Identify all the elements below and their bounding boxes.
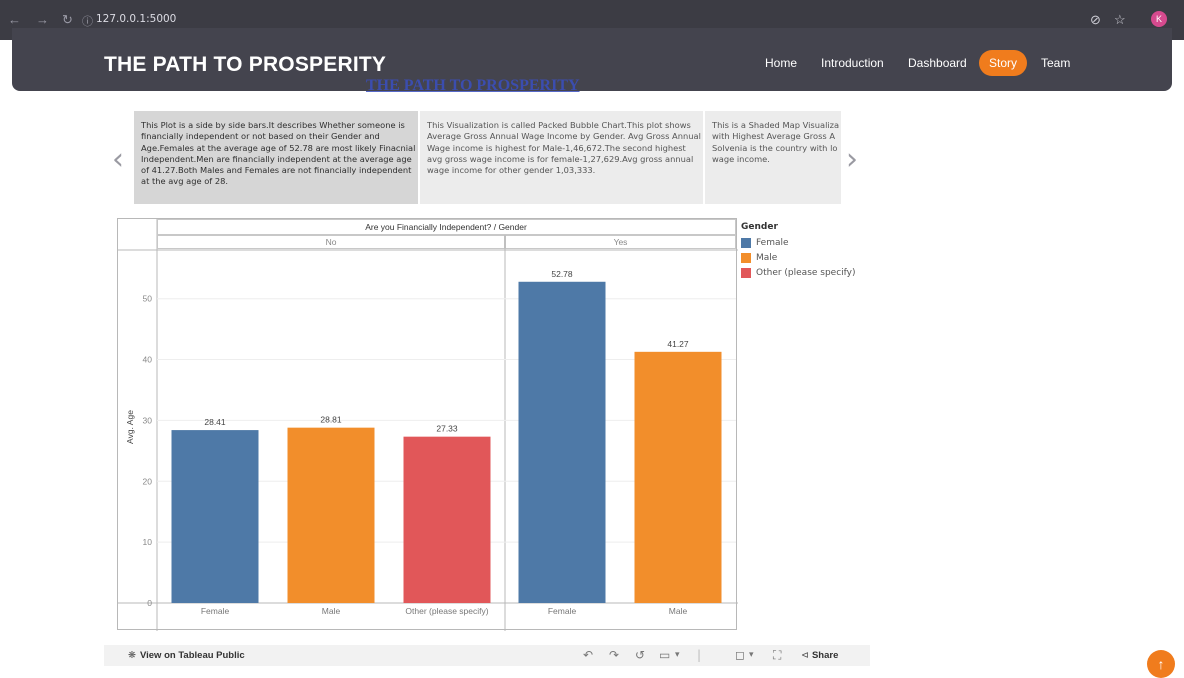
y-tick-label: 40 [143,355,153,365]
data-label: 41.27 [667,339,689,349]
carousel-next-icon[interactable]: › [846,142,858,177]
legend-title: Gender [741,222,778,232]
x-tick-label: Other (please specify) [405,606,488,616]
site-brand[interactable]: THE PATH TO PROSPERITY [104,53,386,77]
bar-no-female [171,430,259,603]
y-axis-label: Avg. Age [125,410,135,444]
group-label-no: No [326,237,337,247]
bar-no-other [403,436,491,603]
legend-item-other[interactable]: Other (please specify) [741,265,856,280]
forward-icon[interactable]: → [36,12,49,27]
nav-home[interactable]: Home [755,50,807,76]
site-header: THE PATH TO PROSPERITY Home Introduction… [12,28,1172,91]
story-slide-3[interactable]: This is a Shaded Map Visualiza with High… [705,111,841,204]
legend-swatch [741,267,751,278]
tableau-viz[interactable]: Are you Financially Independent? / Gende… [117,218,738,631]
y-tick-label: 0 [147,598,152,608]
y-tick-label: 30 [143,415,153,425]
story-slide-2[interactable]: This Visualization is called Packed Bubb… [420,111,703,204]
group-label-yes: Yes [614,237,628,247]
tableau-icon: ❋ [128,650,136,661]
site-info-icon[interactable]: ⓘ [82,13,93,29]
back-icon[interactable]: ← [8,12,21,27]
undo-icon[interactable]: ↶ [583,648,593,662]
view-on-tableau-button[interactable]: ❋ View on Tableau Public [128,650,245,661]
chart-title: Are you Financially Independent? / Gende… [365,222,527,232]
legend-swatch [741,252,751,263]
x-tick-label: Male [669,606,688,616]
x-tick-label: Female [548,606,577,616]
chart-legend: Gender Female Male Other (please specify… [741,222,856,280]
data-label: 28.81 [320,415,342,425]
fullscreen-icon[interactable]: ⛶ [773,648,781,663]
nav-story[interactable]: Story [979,50,1028,76]
x-tick-label: Male [322,606,341,616]
data-label: 28.41 [204,417,226,427]
bar-chart: Are you Financially Independent? / Gende… [118,219,738,631]
pause-dropdown-icon[interactable]: ▾ [675,650,680,660]
share-icon: ⊲ [801,650,809,661]
bar-yes-male [634,351,722,603]
eye-off-icon[interactable]: ⊘ [1090,12,1101,28]
pause-icon[interactable]: ▭ [659,648,670,662]
address-bar[interactable]: 127.0.0.1:5000 [96,13,176,25]
y-tick-label: 50 [143,294,153,304]
tableau-toolbar: ❋ View on Tableau Public ↶ ↷ ↺ ▭ ▾ | ◻ ▾ … [104,645,870,666]
x-tick-label: Female [201,606,230,616]
bar-yes-female [518,281,606,603]
arrow-up-icon: ↑ [1157,656,1165,672]
nav-introduction[interactable]: Introduction [811,50,894,76]
carousel-prev-icon[interactable]: ‹ [112,142,124,177]
legend-item-male[interactable]: Male [741,250,856,265]
y-tick-label: 20 [143,476,153,486]
story-slide-1[interactable]: This Plot is a side by side bars.It desc… [134,111,418,204]
star-icon[interactable]: ☆ [1114,12,1126,28]
legend-item-female[interactable]: Female [741,235,856,250]
revert-icon[interactable]: ↺ [635,648,645,662]
legend-swatch [741,237,751,248]
avatar[interactable]: K [1151,11,1167,27]
page-title[interactable]: THE PATH TO PROSPERITY [366,77,580,95]
nav-team[interactable]: Team [1031,50,1080,76]
share-button[interactable]: ⊲ Share [801,650,838,661]
scroll-top-button[interactable]: ↑ [1147,650,1175,678]
data-label: 27.33 [436,424,458,434]
download-dropdown-icon[interactable]: ▾ [749,650,754,660]
nav-dashboard[interactable]: Dashboard [898,50,977,76]
data-label: 52.78 [551,269,573,279]
toolbar-divider: | [697,648,702,662]
reload-icon[interactable]: ↻ [62,12,73,28]
redo-icon[interactable]: ↷ [609,648,619,662]
download-icon[interactable]: ◻ [735,648,745,662]
bar-no-male [287,427,375,603]
y-tick-label: 10 [143,537,153,547]
